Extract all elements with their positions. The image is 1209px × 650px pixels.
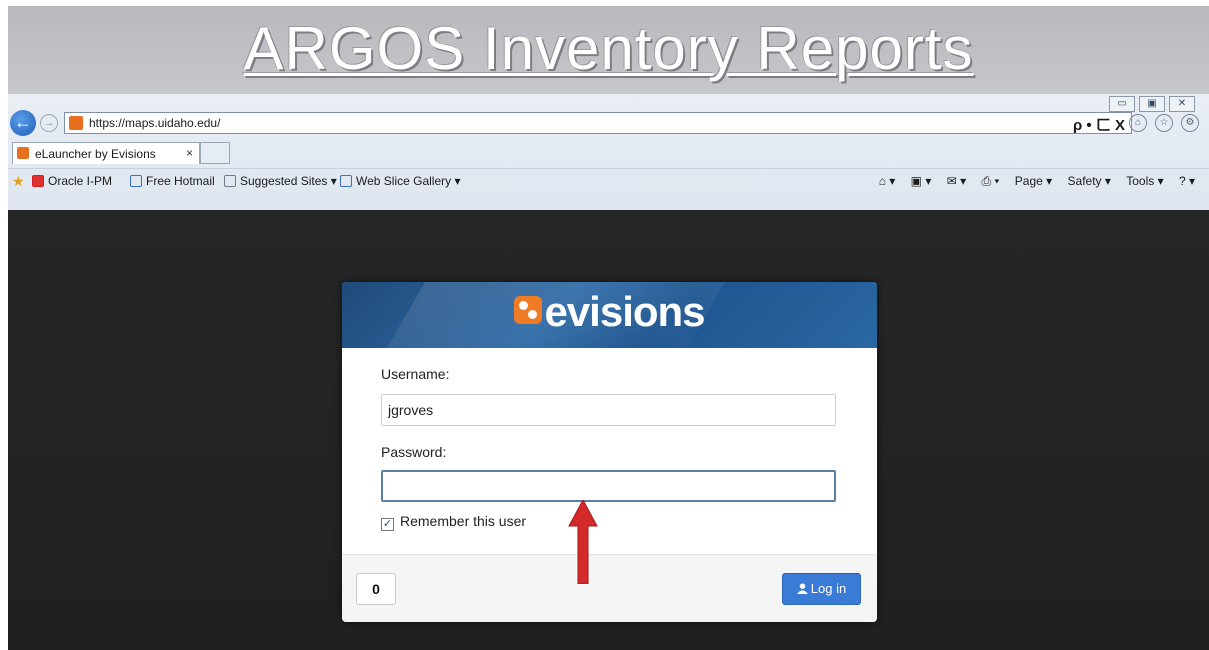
address-bar[interactable]: https://maps.uidaho.edu/ ρ • ㄈ X (64, 112, 1132, 134)
address-search-refresh-stop[interactable]: ρ • ㄈ X (1073, 114, 1125, 135)
tab-close-icon[interactable]: × (186, 146, 193, 160)
favorite-free-hotmail[interactable]: Free Hotmail (130, 174, 215, 188)
suggested-sites-icon (224, 175, 236, 187)
help-menu[interactable]: ? ▾ (1179, 174, 1195, 188)
remember-label: Remember this user (400, 513, 527, 529)
safety-menu[interactable]: Safety ▾ (1068, 174, 1111, 188)
slide-title: ARGOS Inventory Reports (243, 15, 974, 82)
feeds-menu[interactable]: ▣ ▾ (911, 174, 932, 188)
password-label: Password: (381, 444, 447, 460)
print-menu[interactable]: ⎙ ▾ (981, 174, 999, 188)
favorite-label: Web Slice Gallery ▾ (356, 174, 461, 188)
slide-title-band: ARGOS Inventory Reports (8, 6, 1209, 94)
browser-toolbar-icons: ⌂ ☆ ⚙ (1129, 114, 1199, 132)
user-icon (796, 583, 808, 594)
back-arrow-icon[interactable]: ← (10, 110, 36, 136)
forward-arrow-icon[interactable]: → (40, 114, 58, 132)
browser-chrome: ▭ ▣ ✕ ← → https://maps.uidaho.edu/ ρ • ㄈ… (8, 94, 1209, 210)
oracle-icon (32, 175, 44, 187)
login-card: evisions Username: Password: ✓ Remember t… (342, 282, 877, 622)
site-favicon-icon (69, 116, 83, 130)
command-bar: ⌂ ▾ ▣ ▾ ✉ ▾ ⎙ ▾ Page ▾ Safety ▾ Tools ▾ … (867, 174, 1195, 189)
home-icon[interactable]: ⌂ (1129, 114, 1147, 132)
evisions-favicon-icon (17, 147, 29, 159)
password-field[interactable] (381, 470, 836, 502)
mail-menu[interactable]: ✉ ▾ (947, 174, 966, 188)
favorite-suggested-sites[interactable]: Suggested Sites ▾ (224, 174, 337, 188)
evisions-logo: evisions (342, 288, 877, 336)
page-viewport: evisions Username: Password: ✓ Remember t… (8, 210, 1209, 650)
new-tab-button[interactable] (200, 142, 230, 164)
evisions-logo-icon (514, 296, 543, 324)
login-button-label: Log in (810, 581, 847, 596)
favorites-star-icon[interactable]: ★ (12, 173, 25, 190)
login-button[interactable]: Log in (782, 573, 861, 605)
home-menu[interactable]: ⌂ ▾ (879, 174, 896, 188)
tab-elauncher[interactable]: eLauncher by Evisions × (12, 142, 200, 164)
username-label: Username: (381, 366, 450, 382)
presentation-slide: ARGOS Inventory Reports ▭ ▣ ✕ ← → https:… (8, 6, 1209, 650)
remember-checkbox[interactable]: ✓ (381, 518, 394, 531)
brand-name: evisions (544, 288, 705, 335)
login-card-footer: 0 Log in (342, 554, 877, 622)
favorites-star-icon[interactable]: ☆ (1155, 114, 1173, 132)
tab-row: eLauncher by Evisions × (8, 142, 1209, 166)
favorite-label: Free Hotmail (146, 174, 215, 188)
favorite-label: Suggested Sites ▾ (240, 174, 337, 188)
favorite-oracle-ipm[interactable]: Oracle I-PM (32, 174, 112, 188)
help-button[interactable]: 0 (356, 573, 396, 605)
username-field[interactable] (381, 394, 836, 426)
tab-label: eLauncher by Evisions (35, 147, 156, 161)
favorites-bar: ★ Oracle I-PM Free Hotmail Suggested Sit… (8, 168, 1209, 194)
favorite-web-slice-gallery[interactable]: Web Slice Gallery ▾ (340, 174, 461, 188)
login-form: Username: Password: ✓ Remember this user (342, 348, 877, 554)
login-card-header: evisions (342, 282, 877, 348)
ie-page-icon (130, 175, 142, 187)
tools-menu[interactable]: Tools ▾ (1126, 174, 1163, 188)
page-menu[interactable]: Page ▾ (1015, 174, 1052, 188)
remember-user-row[interactable]: ✓ Remember this user (381, 513, 526, 531)
settings-gear-icon[interactable]: ⚙ (1181, 114, 1199, 132)
ie-page-icon (340, 175, 352, 187)
address-url[interactable]: https://maps.uidaho.edu/ (89, 116, 220, 130)
favorite-label: Oracle I-PM (48, 174, 113, 188)
address-row: ← → https://maps.uidaho.edu/ ρ • ㄈ X (8, 110, 1209, 136)
red-arrow-annotation-icon (568, 500, 598, 584)
